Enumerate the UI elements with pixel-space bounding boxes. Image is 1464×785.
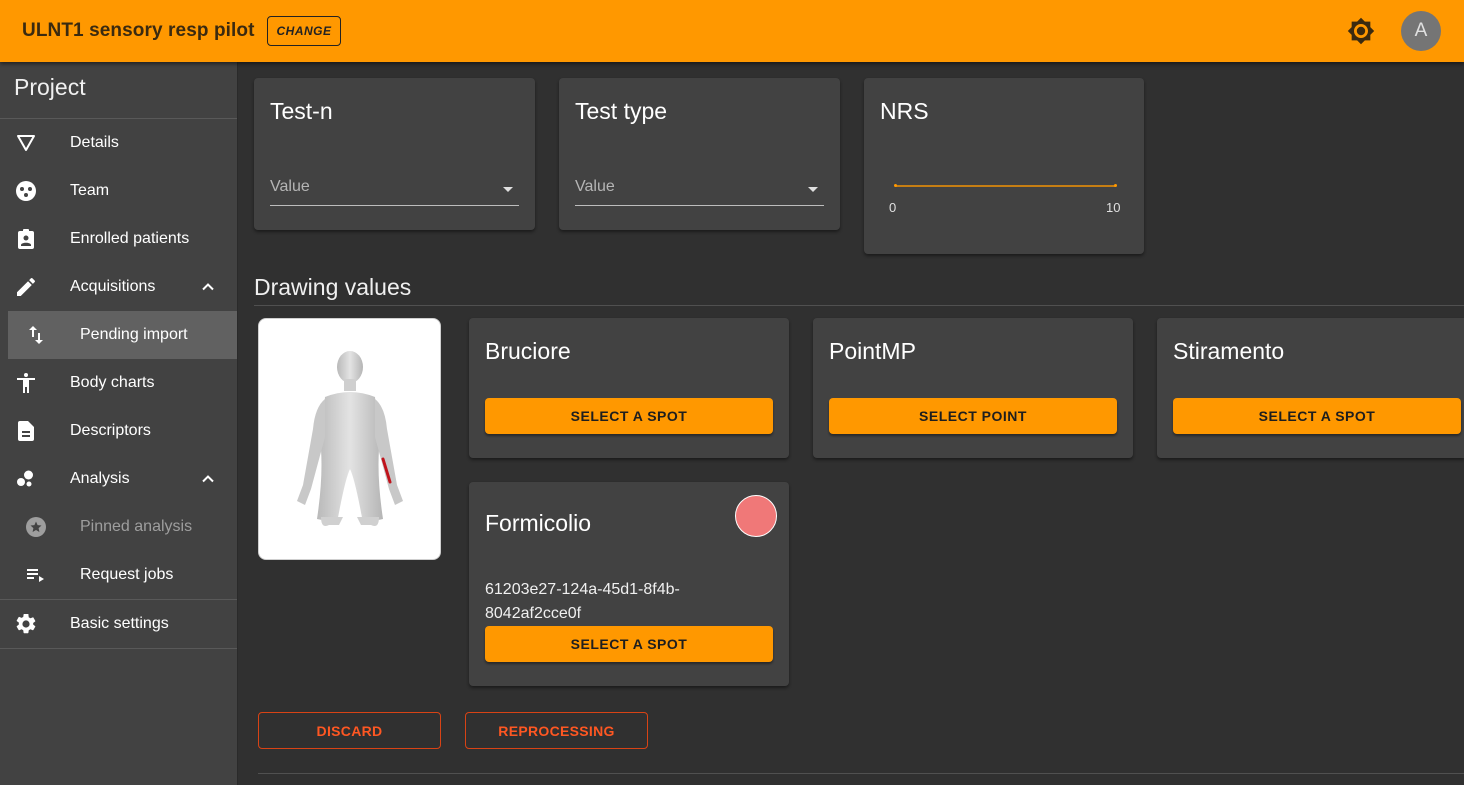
pencil-icon [17,277,36,296]
chevron-up-icon[interactable] [198,277,218,297]
clipboard-account-icon [18,229,34,249]
sidebar-divider [0,648,237,649]
playlist-icon [27,569,44,582]
sidebar-item-label: Enrolled patients [70,230,190,247]
nrs-title: NRS [880,98,929,124]
test-n-card: Test-n Value [254,78,535,230]
brightness-icon[interactable] [1347,17,1375,45]
select-point-button[interactable]: SELECT POINT [829,398,1117,434]
female-body-figure [297,351,403,526]
select-spot-button[interactable]: SELECT A SPOT [485,398,773,434]
star-circle-icon [26,517,46,537]
descriptor-title: PointMP [829,338,916,364]
sidebar-item-body-charts[interactable]: Body charts [0,359,237,407]
filter-triangle-icon [17,135,35,151]
change-project-button[interactable]: CHANGE [267,16,341,46]
discard-button[interactable]: DISCARD [258,712,441,749]
sidebar-item-label: Pending import [80,326,188,343]
chevron-up-icon[interactable] [198,469,218,489]
reprocessing-button[interactable]: REPROCESSING [465,712,648,749]
sidebar-item-label: Request jobs [80,566,174,583]
drawing-id-text: 61203e27-124a-45d1-8f4b-8042af2cce0f [485,581,680,622]
top-app-bar: ULNT1 sensory resp pilot CHANGE A [0,0,1464,62]
sidebar-item-descriptors[interactable]: Descriptors [0,407,237,455]
sidebar-item-label: Descriptors [70,422,151,439]
test-n-select[interactable]: Value [270,178,519,206]
sidebar-item-label: Details [70,134,119,151]
test-type-select[interactable]: Value [575,178,824,206]
descriptor-card-bruciore: Bruciore SELECT A SPOT [469,318,789,458]
sidebar-item-label: Analysis [70,470,130,487]
document-icon [18,421,34,441]
sidebar-item-pinned-analysis[interactable]: Pinned analysis [0,503,237,551]
sidebar-item-pending-import[interactable]: Pending import [8,311,237,359]
sidebar-item-analysis[interactable]: Analysis [0,455,237,503]
sidebar-item-label: Pinned analysis [80,518,193,535]
sidebar: Project Details Team Enrolled patients A… [0,62,238,785]
select-spot-button[interactable]: SELECT A SPOT [485,626,773,662]
nrs-card: NRS 0 10 [864,78,1144,254]
sidebar-item-label: Basic settings [70,615,169,632]
gear-icon [16,613,36,634]
bottom-divider [258,773,1464,774]
sidebar-item-label: Body charts [70,374,155,391]
dropdown-arrow-icon [808,187,818,192]
sidebar-item-basic-settings[interactable]: Basic settings [0,600,237,648]
bubble-chart-icon [17,470,33,487]
test-n-placeholder: Value [270,178,310,195]
test-type-placeholder: Value [575,178,615,195]
accessibility-icon [17,373,35,393]
project-title: ULNT1 sensory resp pilot [22,20,255,41]
descriptor-title: Bruciore [485,338,571,364]
descriptor-card-pointmp: PointMP SELECT POINT [813,318,1133,458]
dropdown-arrow-icon [503,187,513,192]
team-icon [16,181,36,201]
test-type-title: Test type [575,98,668,124]
test-n-title: Test-n [270,98,333,124]
test-type-card: Test type Value [559,78,840,230]
sidebar-item-details[interactable]: Details [0,119,237,167]
sidebar-item-label: Acquisitions [70,278,156,295]
drawing-values-title: Drawing values [254,274,412,300]
section-divider [254,305,1464,306]
descriptor-card-formicolio: Formicolio 61203e27-124a-45d1-8f4b-8042a… [469,482,789,686]
descriptor-card-stiramento: Stiramento SELECT A SPOT [1157,318,1464,458]
body-chart-image[interactable] [258,318,441,560]
descriptor-title: Formicolio [485,510,592,536]
nrs-slider-end [1114,184,1117,187]
nrs-min-label: 0 [889,200,897,215]
select-spot-button[interactable]: SELECT A SPOT [1173,398,1461,434]
swap-vertical-icon [29,326,43,344]
user-avatar[interactable]: A [1401,11,1441,51]
descriptor-title: Stiramento [1173,338,1285,364]
nrs-max-label: 10 [1106,200,1121,215]
sidebar-item-enrolled-patients[interactable]: Enrolled patients [0,215,237,263]
sidebar-header: Project [0,62,237,119]
sidebar-item-team[interactable]: Team [0,167,237,215]
sidebar-item-label: Team [70,182,110,199]
sidebar-item-request-jobs[interactable]: Request jobs [0,551,237,599]
nrs-slider[interactable] [895,185,1116,187]
nrs-slider-start [894,184,897,187]
descriptor-color-dot[interactable] [735,495,777,537]
sidebar-item-acquisitions[interactable]: Acquisitions [0,263,237,311]
